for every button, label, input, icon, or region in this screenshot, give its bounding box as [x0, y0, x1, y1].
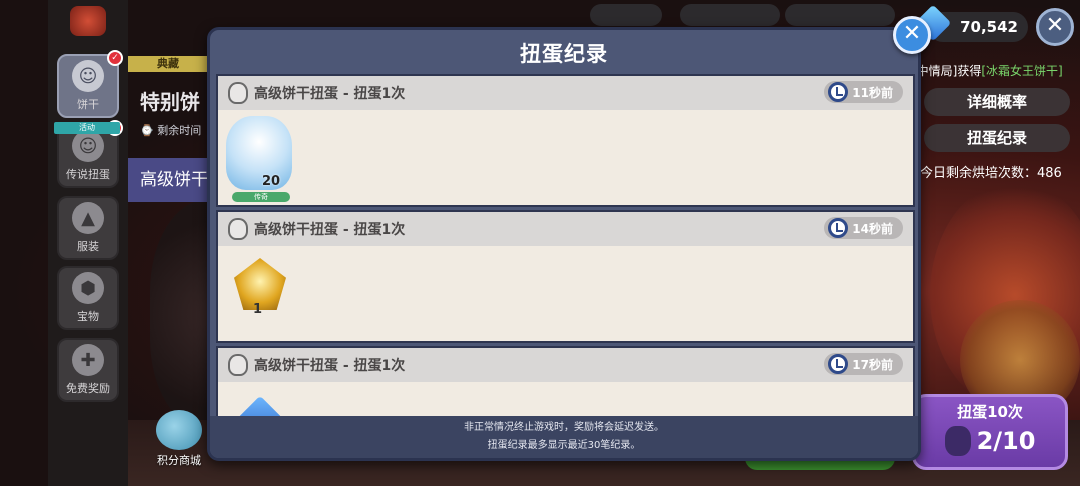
close-icon[interactable]: ✕ — [1036, 8, 1074, 46]
resource-pill — [785, 4, 895, 26]
shop-mascot-icon — [156, 410, 202, 450]
pull-10-button[interactable]: 扭蛋10次 2/10 — [912, 394, 1068, 470]
detail-probability-button[interactable]: 详细概率 — [924, 88, 1070, 116]
record-list[interactable]: 高级饼干扭蛋 - 扭蛋1次 11秒前 20 传奇 高级饼干扭蛋 - 扭蛋1次 1… — [216, 74, 915, 420]
notification-badge: ✓ — [107, 50, 123, 66]
list-item: 高级饼干扭蛋 - 扭蛋1次 11秒前 20 传奇 — [216, 74, 915, 207]
record-header: 高级饼干扭蛋 - 扭蛋1次 14秒前 — [218, 212, 913, 246]
record-title: 高级饼干扭蛋 - 扭蛋1次 — [254, 358, 406, 374]
sidebar-item-free-reward[interactable]: ✚ 免费奖励 — [57, 338, 119, 402]
point-shop-button[interactable]: 积分商城 — [150, 410, 208, 472]
sidebar-item-label: 饼干 — [77, 98, 99, 111]
modal-title: 扭蛋纪录 — [520, 42, 608, 66]
sidebar-item-label: 宝物 — [77, 310, 99, 323]
shirt-icon: ▲ — [72, 202, 104, 234]
clock-icon — [828, 82, 849, 102]
reward-quantity: 1 — [253, 302, 263, 317]
gacha-log-modal: 扭蛋纪录 高级饼干扭蛋 - 扭蛋1次 11秒前 20 传奇 高级饼干扭蛋 - 扭… — [207, 27, 921, 461]
sidebar-item-treasure[interactable]: ⬢ 宝物 — [57, 266, 119, 330]
gift-icon: ✚ — [72, 344, 104, 376]
record-header: 高级饼干扭蛋 - 扭蛋1次 17秒前 — [218, 348, 913, 382]
event-ribbon: 活动 — [54, 122, 120, 134]
reward-item[interactable]: 1 — [226, 252, 296, 338]
sidebar-item-cookies[interactable]: ☺ 饼干 ✓ — [57, 50, 123, 118]
gacha-log-button[interactable]: 扭蛋纪录 — [924, 124, 1070, 152]
cookie-face-icon: ☺ — [72, 60, 104, 92]
announcement-ticker: [中情局]获得[冰霜女王饼干] — [912, 64, 1063, 78]
resource-pill — [680, 4, 780, 26]
resource-pill — [590, 4, 662, 26]
time-ago: 11秒前 — [852, 85, 893, 100]
cookie-cutter-icon — [228, 354, 248, 376]
remaining-bake-count: 今日剩余烘培次数：486 — [920, 166, 1062, 181]
banner-title: 特别饼 — [140, 90, 200, 114]
pull-10-count: 2/10 — [976, 427, 1036, 455]
frost-queen-cookie-icon — [226, 116, 292, 190]
reward-item[interactable]: 20 传奇 — [226, 116, 296, 202]
time-ago: 17秒前 — [852, 357, 893, 372]
sidebar-item-label: 服装 — [77, 240, 99, 253]
modal-footer: 非正常情况终止游戏时，奖励将会延迟发送。 扭蛋纪录最多显示最近30笔纪录。 — [210, 416, 918, 458]
collection-tag: 典藏 — [128, 56, 208, 72]
pull-10-label: 扭蛋10次 — [957, 403, 1023, 421]
treasure-icon: ⬢ — [72, 272, 104, 304]
list-item: 高级饼干扭蛋 - 扭蛋1次 14秒前 1 — [216, 210, 915, 343]
sidebar-item-costume[interactable]: ▲ 服装 — [57, 196, 119, 260]
sidebar-item-label: 免费奖励 — [66, 382, 110, 395]
lobby-icon[interactable] — [70, 6, 106, 36]
banner-tab: 高级饼干 — [128, 158, 212, 202]
sidebar-item-label: 传说扭蛋 — [66, 168, 110, 181]
remaining-time-label: ⌚ 剩余时间 — [140, 124, 202, 137]
cookie-cutter-icon — [944, 426, 971, 456]
time-badge: 17秒前 — [824, 353, 903, 375]
footer-notice: 扭蛋纪录最多显示最近30笔纪录。 — [487, 440, 641, 451]
legend-gacha-icon: ☺ — [72, 130, 104, 162]
time-ago: 14秒前 — [852, 221, 893, 236]
modal-close-icon[interactable]: ✕ — [893, 16, 931, 54]
record-title: 高级饼干扭蛋 - 扭蛋1次 — [254, 222, 406, 238]
time-badge: 11秒前 — [824, 81, 903, 103]
list-item: 高级饼干扭蛋 - 扭蛋1次 17秒前 — [216, 346, 915, 420]
cookie-cutter-icon — [228, 82, 248, 104]
record-header: 高级饼干扭蛋 - 扭蛋1次 11秒前 — [218, 76, 913, 110]
reward-quantity: 20 — [262, 174, 281, 189]
time-badge: 14秒前 — [824, 217, 903, 239]
point-shop-label: 积分商城 — [157, 454, 201, 467]
cookie-cutter-icon — [228, 218, 248, 240]
rarity-label: 传奇 — [232, 192, 290, 202]
clock-icon — [828, 218, 849, 238]
footer-notice: 非正常情况终止游戏时，奖励将会延迟发送。 — [464, 422, 664, 433]
clock-icon — [828, 354, 849, 374]
record-title: 高级饼干扭蛋 - 扭蛋1次 — [254, 86, 406, 102]
